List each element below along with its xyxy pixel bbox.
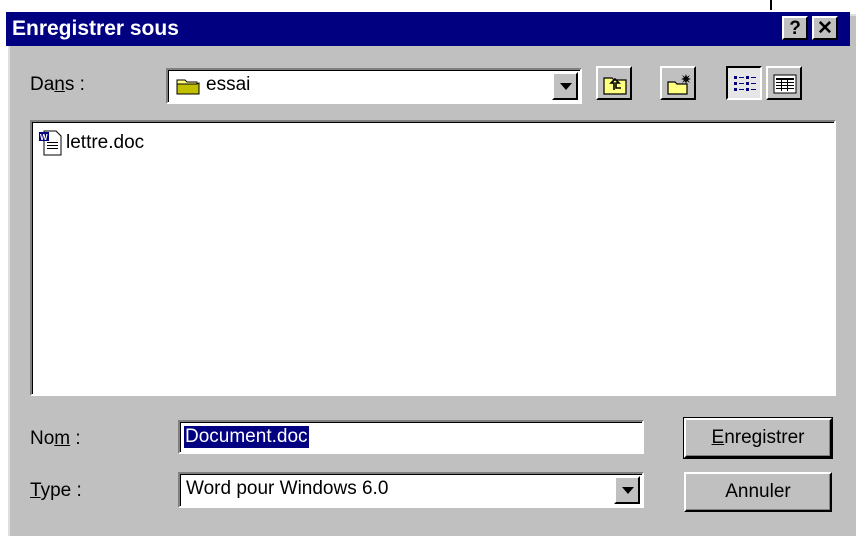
window-edge-mark [770,0,772,10]
filename-value: Document.doc [184,426,309,448]
filetype-dropdown-button[interactable] [614,476,640,504]
filetype-label: Type : [30,480,82,501]
list-view-button[interactable] [726,66,762,100]
location-dropdown-button[interactable] [552,72,578,100]
filetype-combobox[interactable]: Word pour Windows 6.0 [178,472,644,508]
word-document-icon: W [39,130,62,156]
help-button[interactable]: ? [782,16,808,40]
details-view-icon [773,74,797,94]
up-one-level-button[interactable] [596,66,632,100]
file-name: lettre.doc [66,132,145,153]
details-view-button[interactable] [766,66,802,100]
title-bar: Enregistrer sous ? ✕ [6,12,850,46]
window-title: Enregistrer sous [12,17,179,40]
close-button[interactable]: ✕ [812,16,838,40]
current-folder-name: essai [206,74,251,95]
save-button[interactable]: Enregistrer [683,417,833,459]
list-item[interactable]: W lettre.doc [38,130,144,156]
svg-text:W: W [40,133,48,142]
filename-label: Nom : [30,428,81,449]
filetype-value: Word pour Windows 6.0 [186,478,389,499]
cancel-button[interactable]: Annuler [684,472,832,512]
location-combobox[interactable]: essai [166,68,582,104]
folder-icon [176,79,200,95]
list-view-icon [734,76,756,91]
up-one-level-icon [603,77,627,95]
filename-field[interactable]: Document.doc [178,420,644,454]
location-label: Dans : [30,74,85,95]
new-folder-icon [667,74,691,95]
file-list[interactable]: W lettre.doc [30,120,836,396]
new-folder-button[interactable] [660,66,696,100]
